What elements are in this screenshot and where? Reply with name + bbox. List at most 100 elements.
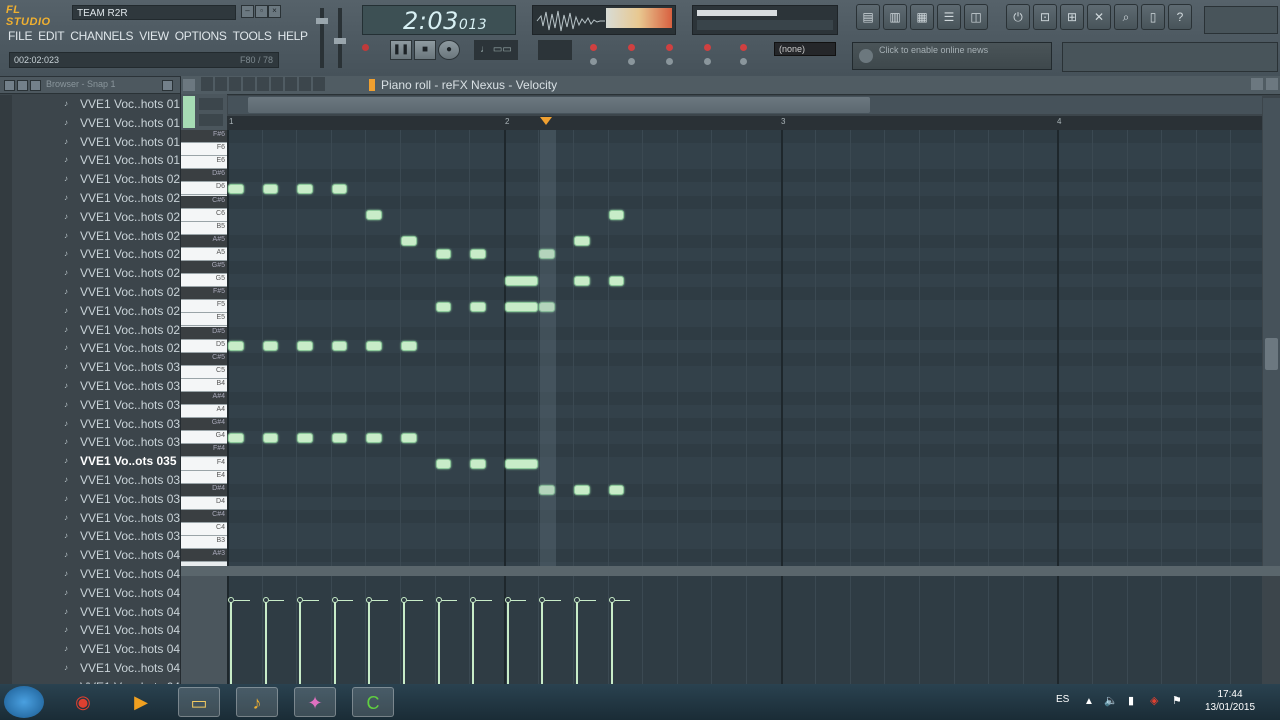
explorer-icon[interactable]: ▭ <box>178 687 220 717</box>
toggle-led-9-icon[interactable] <box>704 58 711 65</box>
piano-key[interactable]: G4 <box>181 431 227 445</box>
browser-item[interactable]: VVE1 Voc..hots 031 <box>0 377 180 396</box>
piano-roll-title[interactable]: Piano roll - reFX Nexus - Velocity <box>381 78 557 92</box>
piano-key[interactable]: B4 <box>181 378 227 392</box>
pr-close-button[interactable] <box>1266 78 1278 90</box>
browser-item[interactable]: VVE1 Voc..hots 036 <box>0 471 180 490</box>
note-grid[interactable] <box>227 130 1262 566</box>
pr-maximize-button[interactable] <box>1251 78 1263 90</box>
note[interactable] <box>297 183 313 194</box>
toggle-led-2-icon[interactable] <box>628 44 635 51</box>
piano-keyboard[interactable]: F#6 F6 E6 D#6 D6 C#6 C6 B5 A#5 A5 G#5 G5 F#5 F5 E5 D#5 D… <box>181 130 227 566</box>
note[interactable] <box>366 341 382 352</box>
note[interactable] <box>435 301 452 312</box>
note[interactable] <box>401 236 417 247</box>
note[interactable] <box>262 341 279 352</box>
tempo-display[interactable]: ♩ ▭▭ <box>474 40 518 60</box>
pr-menu-icon[interactable] <box>183 79 195 91</box>
app-task-icon[interactable]: ✦ <box>294 687 336 717</box>
horizontal-scroll-thumb[interactable] <box>248 97 870 113</box>
piano-key[interactable]: B3 <box>181 536 227 550</box>
note[interactable] <box>331 432 348 443</box>
tools-icon[interactable]: ✕ <box>1087 4 1111 30</box>
flag-icon[interactable]: ⚑ <box>1172 694 1182 707</box>
toggle-led-1-icon[interactable] <box>590 44 597 51</box>
browser-item[interactable]: VVE1 Vo..ots 035 <box>0 452 180 471</box>
velocity-editor[interactable] <box>227 576 1262 686</box>
help-icon[interactable]: ? <box>1168 4 1192 30</box>
network-icon[interactable]: ▮ <box>1128 694 1134 707</box>
note[interactable] <box>366 210 382 221</box>
pr-pencil-icon[interactable] <box>215 77 227 91</box>
save-icon[interactable]: ⊡ <box>1033 4 1057 30</box>
tray-app-icon[interactable]: ◈ <box>1150 694 1158 707</box>
playhead-marker[interactable] <box>540 117 552 125</box>
note[interactable] <box>470 301 486 312</box>
browser-item[interactable]: VVE1 Voc..hots 038 <box>0 509 180 528</box>
browser-item[interactable]: VVE1 Voc..hots 040 <box>0 546 180 565</box>
note[interactable] <box>574 275 590 286</box>
snap-icon[interactable] <box>199 98 223 110</box>
pattern-number[interactable] <box>538 40 572 60</box>
piano-key[interactable]: E6 <box>181 156 227 170</box>
note[interactable] <box>262 183 279 194</box>
browser-item[interactable]: VVE1 Voc..hots 026 <box>0 283 180 302</box>
toggle-led-6-icon[interactable] <box>590 58 597 65</box>
pr-mute-icon[interactable] <box>257 77 269 91</box>
piano-key[interactable]: D#5 <box>181 326 227 340</box>
browser-item[interactable]: VVE1 Voc..hots 043 <box>0 603 180 622</box>
menu-view[interactable]: VIEW <box>139 27 169 45</box>
chrome-icon[interactable]: ◉ <box>62 687 104 717</box>
browser-item[interactable]: VVE1 Voc..hots 039 <box>0 527 180 546</box>
browser-item[interactable]: VVE1 Voc..hots 023 <box>0 227 180 246</box>
velocity-bar[interactable] <box>472 600 475 686</box>
piano-key[interactable]: F#5 <box>181 287 227 301</box>
search-icon[interactable]: ⌕ <box>1114 4 1138 30</box>
browser-item[interactable]: VVE1 Voc..hots 024 <box>0 245 180 264</box>
velocity-bar[interactable] <box>264 600 267 686</box>
piano-key[interactable]: C#4 <box>181 509 227 523</box>
browser-item[interactable]: VVE1 Voc..hots 034 <box>0 433 180 452</box>
song-title-field[interactable]: TEAM R2R <box>72 5 236 20</box>
note[interactable] <box>331 183 348 194</box>
note[interactable] <box>608 485 625 496</box>
browser-item[interactable]: VVE1 Voc..hots 019 <box>0 151 180 170</box>
velocity-bar[interactable] <box>576 600 578 686</box>
master-volume-thumb[interactable] <box>316 18 328 24</box>
piano-key[interactable]: C#6 <box>181 195 227 209</box>
browser-item[interactable]: VVE1 Voc..hots 020 <box>0 170 180 189</box>
browser-item[interactable]: VVE1 Voc..hots 028 <box>0 321 180 340</box>
master-pitch-thumb[interactable] <box>334 38 346 44</box>
piano-key[interactable]: A#3 <box>181 549 227 563</box>
piano-key[interactable]: G#4 <box>181 418 227 432</box>
tray-up-icon[interactable]: ▲ <box>1084 696 1094 707</box>
note[interactable] <box>435 459 452 469</box>
velocity-bar[interactable] <box>299 600 302 686</box>
device-icon[interactable]: ▯ <box>1141 4 1165 30</box>
piano-key[interactable]: G5 <box>181 274 227 288</box>
piano-key[interactable]: C#5 <box>181 352 227 366</box>
note[interactable] <box>366 432 382 443</box>
browser-item[interactable]: VVE1 Voc..hots 044 <box>0 621 180 640</box>
event-editor-splitter[interactable] <box>181 566 1280 576</box>
close-app-button[interactable]: × <box>268 5 281 18</box>
stamp-icon[interactable] <box>199 114 223 126</box>
piano-key[interactable]: C6 <box>181 208 227 222</box>
piano-key[interactable]: C4 <box>181 523 227 536</box>
note[interactable] <box>228 432 244 443</box>
browser-item[interactable]: VVE1 Voc..hots 029 <box>0 339 180 358</box>
taskbar-clock[interactable]: 17:44 13/01/2015 <box>1198 688 1262 714</box>
browser-item[interactable]: VVE1 Voc..hots 041 <box>0 565 180 584</box>
online-news-panel[interactable]: Click to enable online news <box>852 42 1052 70</box>
note[interactable] <box>435 249 452 260</box>
note[interactable] <box>470 249 486 260</box>
playlist-icon[interactable]: ▤ <box>856 4 880 30</box>
browser-expand-button[interactable] <box>30 80 41 91</box>
piano-key[interactable]: G#5 <box>181 261 227 274</box>
piano-key[interactable]: F6 <box>181 143 227 157</box>
browser-item[interactable]: VVE1 Voc..hots 037 <box>0 490 180 509</box>
pr-zoom-icon[interactable] <box>299 77 311 91</box>
toggle-led-10-icon[interactable] <box>740 58 747 65</box>
note[interactable] <box>331 341 348 352</box>
velocity-bar[interactable] <box>541 600 544 686</box>
